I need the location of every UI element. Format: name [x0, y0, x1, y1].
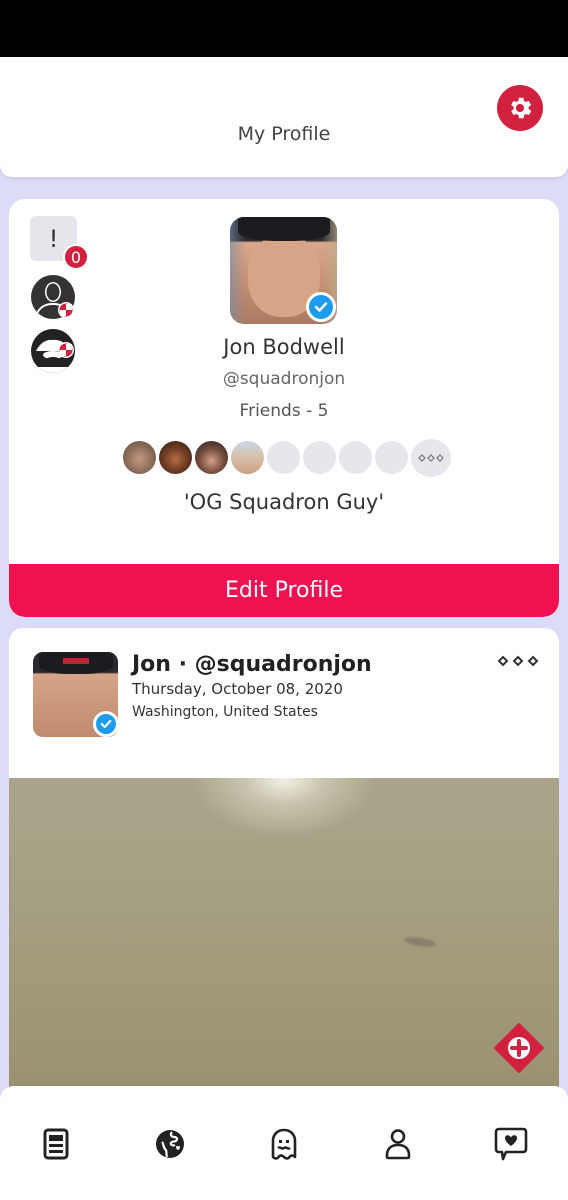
- post-location: Washington, United States: [132, 704, 318, 720]
- alert-icon: !: [48, 224, 59, 253]
- avatar-cap-logo: [63, 658, 89, 664]
- profile-name: Jon Bodwell: [223, 335, 345, 359]
- diamond-plus-icon: [494, 1023, 544, 1073]
- friend-avatar-empty: [267, 441, 300, 474]
- profile-card: ! 0 Jon Bodwell @squadronjon Friends - 5…: [9, 199, 559, 617]
- profile-privacy-button[interactable]: [30, 275, 78, 321]
- post-image[interactable]: [9, 778, 559, 1098]
- friend-avatar[interactable]: [159, 441, 192, 474]
- nav-feed[interactable]: [38, 1126, 74, 1162]
- checkmark-icon: [100, 719, 112, 729]
- verified-badge: [306, 292, 336, 322]
- friends-more-button[interactable]: [411, 439, 451, 477]
- header: My Profile: [0, 57, 568, 177]
- profile-bio: 'OG Squadron Guy': [183, 490, 385, 514]
- post-author[interactable]: Jon · @squadronjon: [132, 652, 372, 677]
- image-detail: [403, 935, 437, 949]
- friend-avatar[interactable]: [123, 441, 156, 474]
- post-date: Thursday, October 08, 2020: [132, 680, 343, 698]
- globe-icon: [156, 1130, 184, 1158]
- friend-avatar-empty: [303, 441, 336, 474]
- alert-count-badge: 0: [63, 244, 89, 270]
- profile-handle: @squadronjon: [222, 369, 346, 389]
- news-feed-icon: [43, 1128, 69, 1160]
- avatar-cap: [238, 217, 330, 241]
- friend-avatar[interactable]: [195, 441, 228, 474]
- nav-profile[interactable]: [380, 1126, 416, 1162]
- verified-badge: [93, 711, 119, 737]
- user-icon: [385, 1129, 411, 1160]
- friend-avatar[interactable]: [231, 441, 264, 474]
- nav-messages[interactable]: [493, 1126, 529, 1162]
- post-card: Jon · @squadronjon Thursday, October 08,…: [9, 628, 559, 1098]
- friend-avatar-empty: [339, 441, 372, 474]
- ellipsis-diamonds-icon: [418, 454, 444, 462]
- friends-count[interactable]: Friends - 5: [9, 401, 559, 421]
- heart-chat-icon: [494, 1127, 528, 1161]
- status-bar: [0, 0, 568, 57]
- user-shield-icon: [31, 275, 75, 319]
- bottom-navigation: [0, 1086, 568, 1200]
- ellipsis-diamonds-icon: [497, 655, 539, 667]
- friend-avatar-empty: [375, 441, 408, 474]
- ghost-icon: [271, 1128, 297, 1160]
- checkmark-icon: [314, 302, 328, 312]
- nav-explore[interactable]: [152, 1126, 188, 1162]
- nav-anonymous[interactable]: [266, 1126, 302, 1162]
- page-title: My Profile: [237, 123, 331, 145]
- gear-icon: [511, 97, 532, 119]
- post-more-button[interactable]: [497, 652, 539, 671]
- add-post-button[interactable]: [493, 1022, 544, 1073]
- edit-profile-button[interactable]: Edit Profile: [9, 564, 559, 617]
- friends-avatar-row: [123, 439, 451, 477]
- settings-button[interactable]: [497, 85, 543, 131]
